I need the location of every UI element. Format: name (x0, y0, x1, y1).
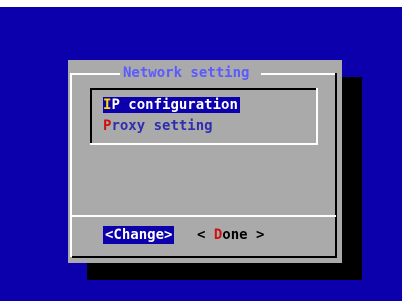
done-button[interactable]: < Done > (197, 226, 264, 244)
dialog-border-right (335, 73, 337, 257)
menu-item-proxy-setting[interactable]: Proxy setting (103, 118, 213, 134)
top-border-line (0, 0, 402, 7)
menu-box-border-left (90, 88, 92, 145)
dialog-border-bottom (72, 256, 337, 258)
menu-item-ip-configuration[interactable]: IP configuration (103, 97, 240, 113)
done-button-open-bracket: < (197, 227, 214, 243)
dialog-border-top-right (261, 73, 335, 75)
change-button[interactable]: <Change> (103, 226, 175, 244)
done-button-label: one > (222, 227, 265, 243)
dialog-border-top-left (72, 73, 120, 75)
menu-box-border-right (316, 88, 318, 145)
menu-item-label: roxy setting (111, 118, 213, 134)
menu-item-label: P configuration (111, 97, 238, 113)
menu-box-border-top (90, 88, 318, 90)
dialog-border-left (70, 73, 72, 257)
menu-box-border-bottom (90, 143, 318, 145)
network-setting-dialog: Network setting IP configuration Proxy s… (68, 60, 342, 263)
dialog-title: Network setting (123, 65, 250, 81)
button-row-separator (72, 215, 336, 217)
